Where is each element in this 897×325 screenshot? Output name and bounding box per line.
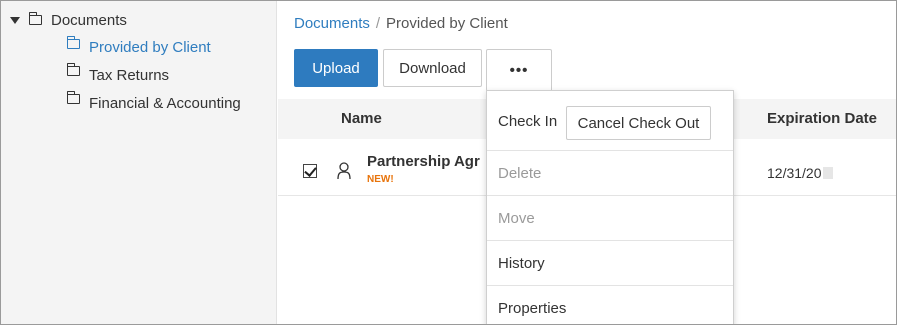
folder-icon (67, 63, 80, 76)
properties-menu-label: Properties (498, 300, 567, 317)
history-menu-label: History (498, 255, 545, 272)
breadcrumb-current: Provided by Client (386, 15, 508, 32)
menu-row-checkin: Check In Cancel Check Out (487, 91, 733, 151)
breadcrumb-separator: / (375, 15, 381, 32)
tree-item-documents[interactable]: Documents (10, 10, 127, 30)
history-menu-item[interactable]: History (487, 242, 733, 286)
properties-menu-item[interactable]: Properties (487, 287, 733, 324)
delete-menu-item[interactable]: Delete (487, 152, 733, 196)
expiration-date-text: 12/31/20 (767, 165, 822, 181)
app-frame: Documents Provided by Client Tax Returns… (0, 0, 897, 325)
document-name[interactable]: Partnership Agr (367, 153, 487, 170)
breadcrumb-link-documents[interactable]: Documents (294, 15, 370, 32)
delete-menu-label: Delete (498, 165, 542, 182)
folder-icon (67, 36, 80, 49)
move-menu-item[interactable]: Move (487, 197, 733, 241)
tree-item-label: Financial & Accounting (89, 94, 241, 112)
caret-down-icon[interactable] (10, 16, 20, 24)
column-header-name[interactable]: Name (341, 110, 382, 127)
move-menu-label: Move (498, 210, 535, 227)
breadcrumb: Documents / Provided by Client (294, 15, 508, 32)
upload-button[interactable]: Upload (294, 49, 378, 87)
tree-item-label: Provided by Client (89, 39, 211, 56)
folder-icon (29, 12, 42, 25)
expiration-date: 12/31/20 (767, 165, 833, 181)
tree-item-financial-accounting[interactable]: Financial & Accounting (67, 91, 241, 114)
cancel-check-out-button[interactable]: Cancel Check Out (566, 106, 711, 140)
folder-icon (67, 91, 80, 104)
tree-item-label: Tax Returns (89, 66, 170, 84)
check-in-menu-item[interactable]: Check In (498, 113, 557, 130)
more-actions-button[interactable]: ••• (486, 49, 552, 91)
row-checkbox[interactable] (303, 164, 317, 178)
actions-dropdown-menu: Check In Cancel Check Out Delete Move Hi… (486, 90, 734, 324)
tree-item-tax-returns[interactable]: Tax Returns (67, 63, 170, 86)
tree-item-label: Documents (51, 11, 127, 29)
download-button[interactable]: Download (383, 49, 482, 87)
column-header-expiration-date[interactable]: Expiration Date (767, 110, 877, 127)
redacted-digits (822, 167, 833, 179)
tree-item-provided-by-client[interactable]: Provided by Client (67, 36, 211, 59)
checked-out-user-icon (337, 162, 351, 180)
folder-tree: Documents Provided by Client Tax Returns… (1, 1, 277, 324)
new-badge: NEW! (367, 174, 394, 185)
